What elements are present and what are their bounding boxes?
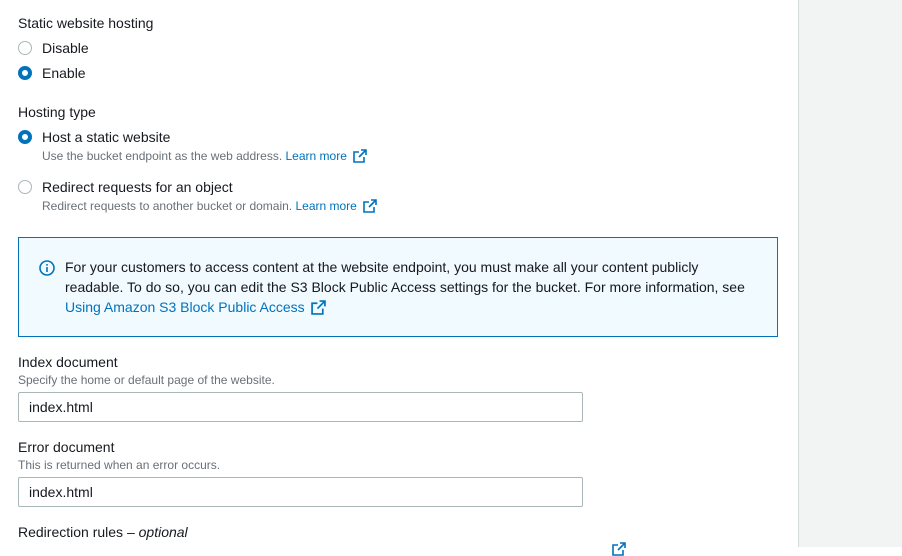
error-document-desc: This is returned when an error occurs. bbox=[18, 458, 221, 472]
index-document-label: Index document bbox=[18, 354, 118, 370]
info-alert: For your customers to access content at … bbox=[18, 237, 778, 337]
static-hosting-title: Static website hosting bbox=[18, 15, 154, 31]
radio-host-static-label[interactable]: Host a static website bbox=[42, 128, 170, 146]
error-document-input[interactable]: index.html bbox=[18, 477, 583, 507]
radio-redirect-circle[interactable] bbox=[18, 180, 32, 194]
radio-enable-label[interactable]: Enable bbox=[42, 64, 86, 82]
radio-host-static-circle[interactable] bbox=[18, 130, 32, 144]
hosting-type-title: Hosting type bbox=[18, 104, 96, 120]
host-static-description: Use the bucket endpoint as the web addre… bbox=[42, 148, 367, 164]
redirect-description: Redirect requests to another bucket or d… bbox=[42, 198, 377, 214]
info-line-2: readable. To do so, you can edit the S3 … bbox=[65, 279, 745, 295]
radio-redirect[interactable]: Redirect requests for an object bbox=[18, 178, 233, 196]
info-text: For your customers to access content at … bbox=[65, 257, 765, 317]
radio-disable-circle[interactable] bbox=[18, 41, 32, 55]
redirection-rules-label: Redirection rules – optional bbox=[18, 523, 188, 541]
index-document-input[interactable]: index.html bbox=[18, 392, 583, 422]
index-document-desc: Specify the home or default page of the … bbox=[18, 373, 275, 387]
redirection-rules-optional: optional bbox=[138, 524, 188, 540]
side-panel bbox=[798, 0, 902, 547]
radio-disable-label[interactable]: Disable bbox=[42, 39, 89, 57]
external-link-icon[interactable] bbox=[363, 199, 377, 213]
info-link-row: Using Amazon S3 Block Public Access bbox=[65, 297, 765, 317]
redirect-learn-more-link[interactable]: Learn more bbox=[295, 199, 356, 213]
host-static-desc-text: Use the bucket endpoint as the web addre… bbox=[42, 149, 283, 163]
radio-disable[interactable]: Disable bbox=[18, 39, 89, 57]
radio-host-static[interactable]: Host a static website bbox=[18, 128, 170, 146]
block-public-access-link[interactable]: Using Amazon S3 Block Public Access bbox=[65, 299, 305, 315]
radio-enable[interactable]: Enable bbox=[18, 64, 86, 82]
error-document-label: Error document bbox=[18, 439, 115, 455]
external-link-icon[interactable] bbox=[612, 542, 626, 556]
main-panel: Static website hosting Disable Enable Ho… bbox=[0, 0, 798, 556]
info-line-1: For your customers to access content at … bbox=[65, 259, 699, 275]
radio-redirect-label[interactable]: Redirect requests for an object bbox=[42, 178, 233, 196]
redirection-rules-text: Redirection rules – bbox=[18, 524, 139, 540]
radio-enable-circle[interactable] bbox=[18, 66, 32, 80]
redirect-desc-text: Redirect requests to another bucket or d… bbox=[42, 199, 293, 213]
info-icon bbox=[39, 260, 55, 276]
external-link-icon[interactable] bbox=[353, 149, 367, 163]
host-static-learn-more-link[interactable]: Learn more bbox=[286, 149, 347, 163]
external-link-icon[interactable] bbox=[310, 300, 326, 315]
